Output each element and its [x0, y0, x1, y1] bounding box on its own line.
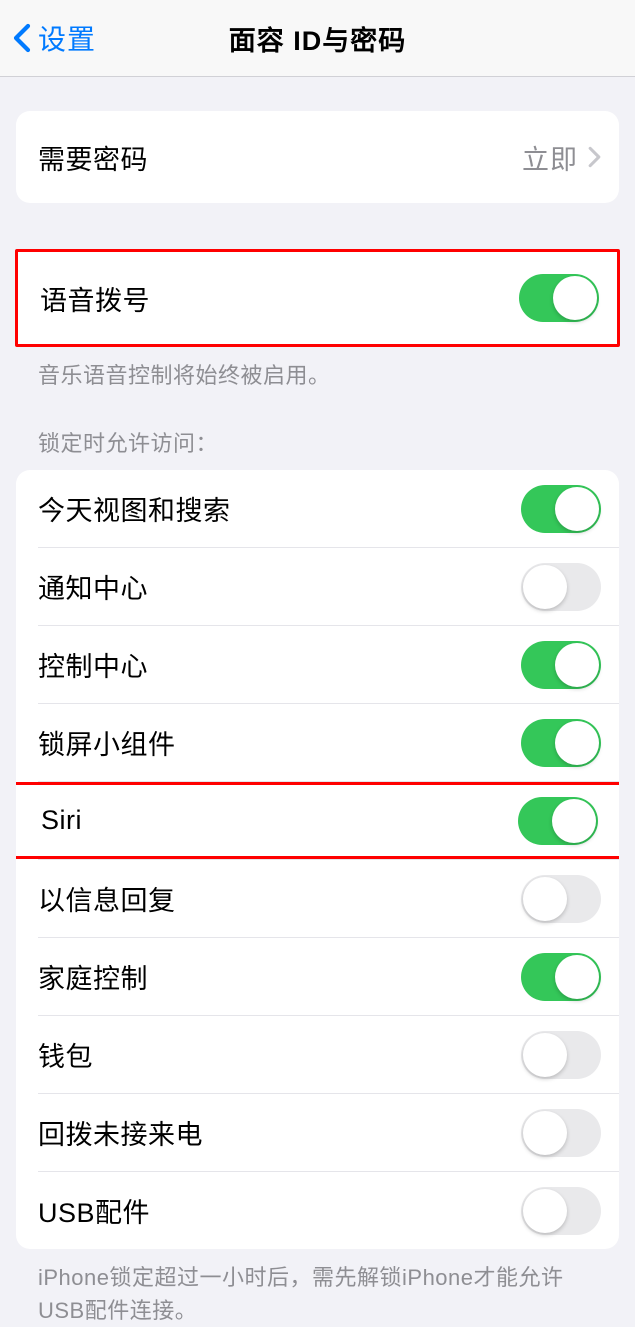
lock-access-label: 通知中心 — [38, 567, 521, 606]
chevron-left-icon — [12, 23, 32, 53]
lock-access-toggle[interactable] — [521, 719, 601, 767]
lock-access-toggle[interactable] — [521, 563, 601, 611]
lock-access-toggle[interactable] — [521, 641, 601, 689]
require-passcode-row[interactable]: 需要密码 立即 — [16, 111, 619, 203]
lock-access-row: 家庭控制 — [16, 938, 619, 1015]
lock-access-label: USB配件 — [38, 1191, 521, 1230]
chevron-right-icon — [588, 146, 601, 168]
lock-access-row: 钱包 — [16, 1016, 619, 1093]
lock-access-label: 控制中心 — [38, 645, 521, 684]
lock-access-group: 今天视图和搜索通知中心控制中心锁屏小组件 Siri 以信息回复家庭控制钱包回拨未接来… — [16, 470, 619, 1249]
lock-access-toggle[interactable] — [521, 485, 601, 533]
require-passcode-label: 需要密码 — [38, 138, 522, 177]
voice-dial-label: 语音拨号 — [40, 279, 519, 318]
lock-access-label: 家庭控制 — [38, 957, 521, 996]
lock-access-label: 今天视图和搜索 — [38, 489, 521, 528]
lock-access-row: USB配件 — [16, 1172, 619, 1249]
lock-access-toggle[interactable] — [521, 1109, 601, 1157]
voice-dial-toggle[interactable] — [519, 274, 599, 322]
lock-access-toggle[interactable] — [521, 875, 601, 923]
navbar: 设置 面容 ID与密码 — [0, 0, 635, 77]
require-passcode-value: 立即 — [522, 138, 578, 177]
lock-access-label: 以信息回复 — [38, 879, 521, 918]
lock-access-row: 通知中心 — [16, 548, 619, 625]
highlight-voice-dial: 语音拨号 — [15, 249, 620, 347]
lock-access-label: 锁屏小组件 — [38, 723, 521, 762]
lock-access-row: 今天视图和搜索 — [16, 470, 619, 547]
lock-access-toggle[interactable] — [521, 1031, 601, 1079]
lock-access-header: 锁定时允许访问： — [16, 426, 619, 470]
highlight-siri-row: Siri — [16, 782, 619, 859]
lock-access-row: 锁屏小组件 — [16, 704, 619, 781]
back-label: 设置 — [38, 18, 96, 58]
voice-dial-footer: 音乐语音控制将始终被启用。 — [16, 347, 619, 392]
lock-access-toggle[interactable] — [518, 797, 598, 845]
lock-access-row: 回拨未接来电 — [16, 1094, 619, 1171]
lock-access-toggle[interactable] — [521, 953, 601, 1001]
voice-dial-row: 语音拨号 — [18, 252, 617, 344]
lock-access-toggle[interactable] — [521, 1187, 601, 1235]
lock-access-row: 控制中心 — [16, 626, 619, 703]
lock-access-label: 回拨未接来电 — [38, 1113, 521, 1152]
lock-access-label: 钱包 — [38, 1035, 521, 1074]
lock-access-footer: iPhone锁定超过一小时后，需先解锁iPhone才能允许USB配件连接。 — [16, 1249, 619, 1327]
lock-access-row: 以信息回复 — [16, 860, 619, 937]
voice-dial-group: 语音拨号 — [18, 252, 617, 344]
lock-access-label: Siri — [41, 805, 518, 836]
back-button[interactable]: 设置 — [0, 18, 96, 58]
passcode-group: 需要密码 立即 — [16, 111, 619, 203]
